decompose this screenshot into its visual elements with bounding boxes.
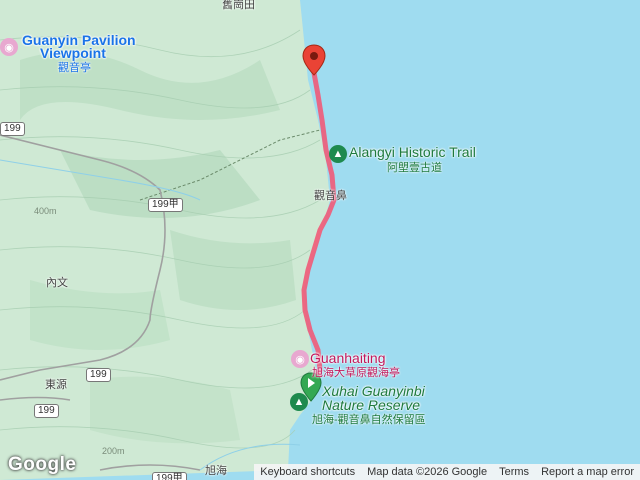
elevation-label: 200m [102,446,125,456]
place-label: 東源 [45,379,67,391]
poi-label-zh: 旭海大草原觀海亭 [312,367,400,379]
place-label: 旭海 [205,465,227,477]
poi-label-zh: 阿塱壹古道 [387,162,442,174]
trail-icon[interactable]: ▲ [329,145,347,163]
camera-icon[interactable]: ◉ [0,38,18,56]
terms-link[interactable]: Terms [493,466,535,478]
road-shield: 199甲 [148,198,183,212]
keyboard-shortcuts-link[interactable]: Keyboard shortcuts [254,466,361,478]
map-data-attribution: Map data ©2026 Google [367,466,488,478]
map-footer: Keyboard shortcuts Map data ©2026 Google… [254,464,640,480]
place-label: 舊崗田 [222,0,255,11]
road-shield: 199 [34,404,59,418]
road-shield: 199甲 [152,472,187,480]
elevation-label: 400m [34,206,57,216]
report-error-link[interactable]: Report a map error [535,466,640,478]
road-shield: 199 [0,122,25,136]
map-canvas[interactable]: ◉ ▲ ◉ ▲ 舊崗田 Guanyin Pavilion Viewpoint 觀… [0,0,640,480]
red-pin-icon[interactable] [302,44,326,76]
tree-icon[interactable]: ▲ [290,393,308,411]
place-label: 內文 [46,277,68,289]
poi-label-zh: 旭海-觀音鼻自然保留區 [312,414,426,426]
camera-icon[interactable]: ◉ [291,350,309,368]
google-logo: Google [8,454,77,475]
poi-label-zh: 觀音亭 [58,62,91,74]
road-shield: 199 [86,368,111,382]
poi-label[interactable]: Alangyi Historic Trail [349,144,476,160]
place-label: 觀音鼻 [314,190,347,202]
